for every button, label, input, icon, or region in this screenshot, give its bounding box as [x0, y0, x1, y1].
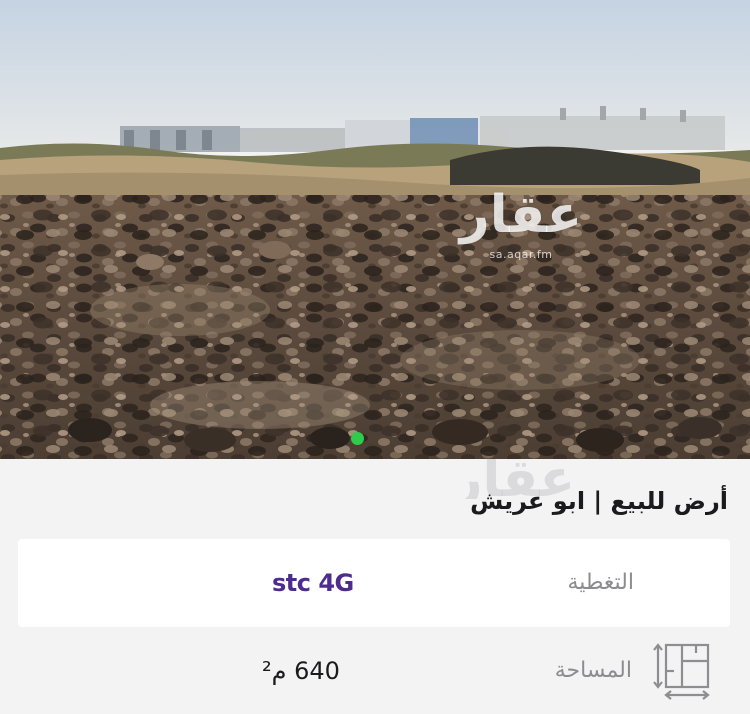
watermark-logo-word: عقار [459, 185, 583, 245]
coverage-label: التغطية [567, 570, 634, 595]
area-value: 640 م² [262, 657, 340, 685]
listing-photo[interactable]: عقار sa.aqar.fm [0, 0, 750, 459]
area-row: المساحة 640 م² [0, 635, 750, 709]
listing-info-sheet: عقار أرض للبيع | ابو عريش التغطية stc 4G [0, 459, 750, 714]
watermark-domain: sa.aqar.fm [489, 248, 553, 261]
status-dot-indicator [351, 432, 364, 445]
listing-title: أرض للبيع | ابو عريش [470, 487, 728, 515]
coverage-card: التغطية stc 4G [18, 539, 730, 627]
area-ruler-icon [653, 643, 710, 700]
area-label: المساحة [554, 658, 632, 683]
aqar-watermark: عقار sa.aqar.fm [446, 182, 596, 282]
land-photo-image [0, 0, 750, 459]
stc-4g-logo: stc 4G [272, 569, 354, 597]
listing-page: عقار sa.aqar.fm عقار أرض للبيع | ابو عري… [0, 0, 750, 714]
